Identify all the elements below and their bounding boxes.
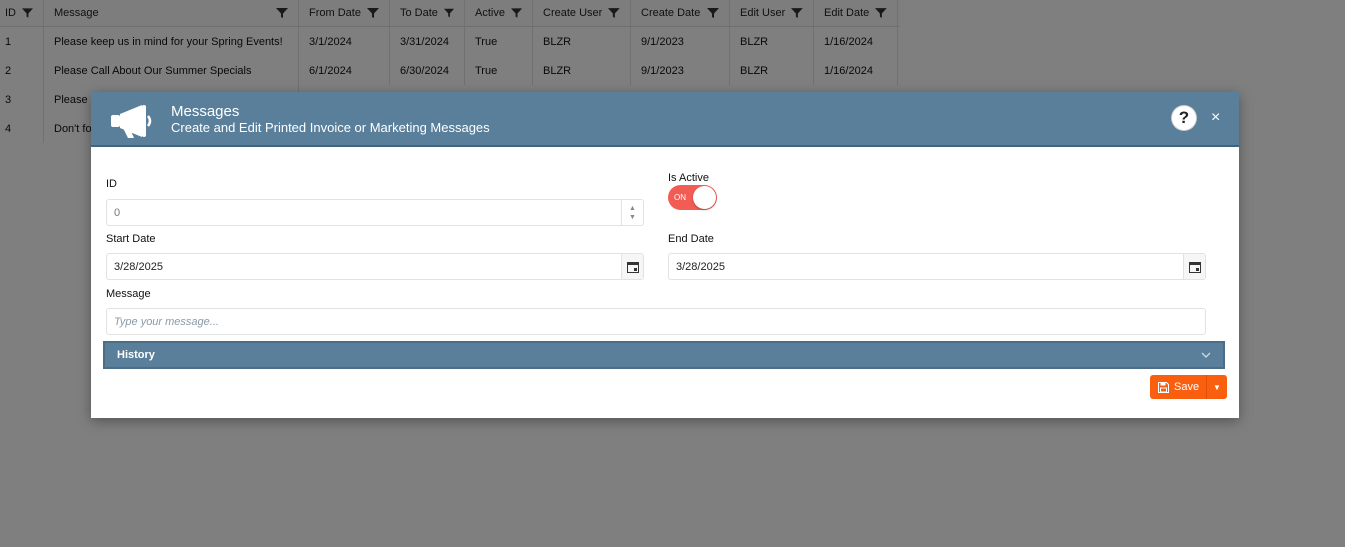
start-date-value: 3/28/2025 [114, 260, 163, 273]
start-date-calendar-button[interactable] [621, 254, 643, 279]
message-label: Message [106, 288, 151, 300]
history-label: History [117, 349, 155, 361]
spin-down-icon[interactable]: ▼ [629, 213, 636, 222]
is-active-toggle[interactable]: ON [668, 185, 717, 210]
help-icon[interactable]: ? [1172, 106, 1196, 130]
start-date-label: Start Date [106, 233, 156, 245]
megaphone-icon [111, 105, 152, 138]
history-panel-header[interactable]: History [103, 341, 1225, 369]
message-placeholder: Type your message... [114, 315, 219, 328]
id-label: ID [106, 178, 117, 190]
id-input[interactable]: 0 ▲ ▼ [106, 199, 644, 226]
messages-dialog: Messages Create and Edit Printed Invoice… [91, 92, 1239, 418]
dialog-title: Messages [171, 103, 240, 120]
save-icon [1158, 381, 1169, 393]
end-date-field[interactable]: 3/28/2025 [668, 253, 1206, 280]
calendar-icon [626, 261, 639, 273]
toggle-knob [693, 186, 716, 209]
close-icon[interactable]: × [1211, 109, 1220, 127]
calendar-icon [1188, 261, 1201, 273]
toggle-on-label: ON [674, 193, 686, 202]
id-spinner[interactable]: ▲ ▼ [621, 200, 643, 225]
spin-up-icon[interactable]: ▲ [629, 204, 636, 213]
dialog-header: Messages Create and Edit Printed Invoice… [91, 92, 1239, 147]
save-dropdown-caret-icon[interactable]: ▼ [1207, 383, 1227, 392]
is-active-label: Is Active [668, 172, 709, 184]
save-button[interactable]: Save ▼ [1150, 375, 1227, 399]
chevron-down-icon[interactable] [1201, 352, 1211, 358]
id-value: 0 [114, 206, 121, 219]
end-date-label: End Date [668, 233, 714, 245]
save-label: Save [1174, 381, 1200, 393]
end-date-calendar-button[interactable] [1183, 254, 1205, 279]
message-input[interactable]: Type your message... [106, 308, 1206, 335]
start-date-field[interactable]: 3/28/2025 [106, 253, 644, 280]
dialog-subtitle: Create and Edit Printed Invoice or Marke… [171, 120, 490, 135]
save-main-button[interactable]: Save [1150, 375, 1207, 399]
end-date-value: 3/28/2025 [676, 260, 725, 273]
